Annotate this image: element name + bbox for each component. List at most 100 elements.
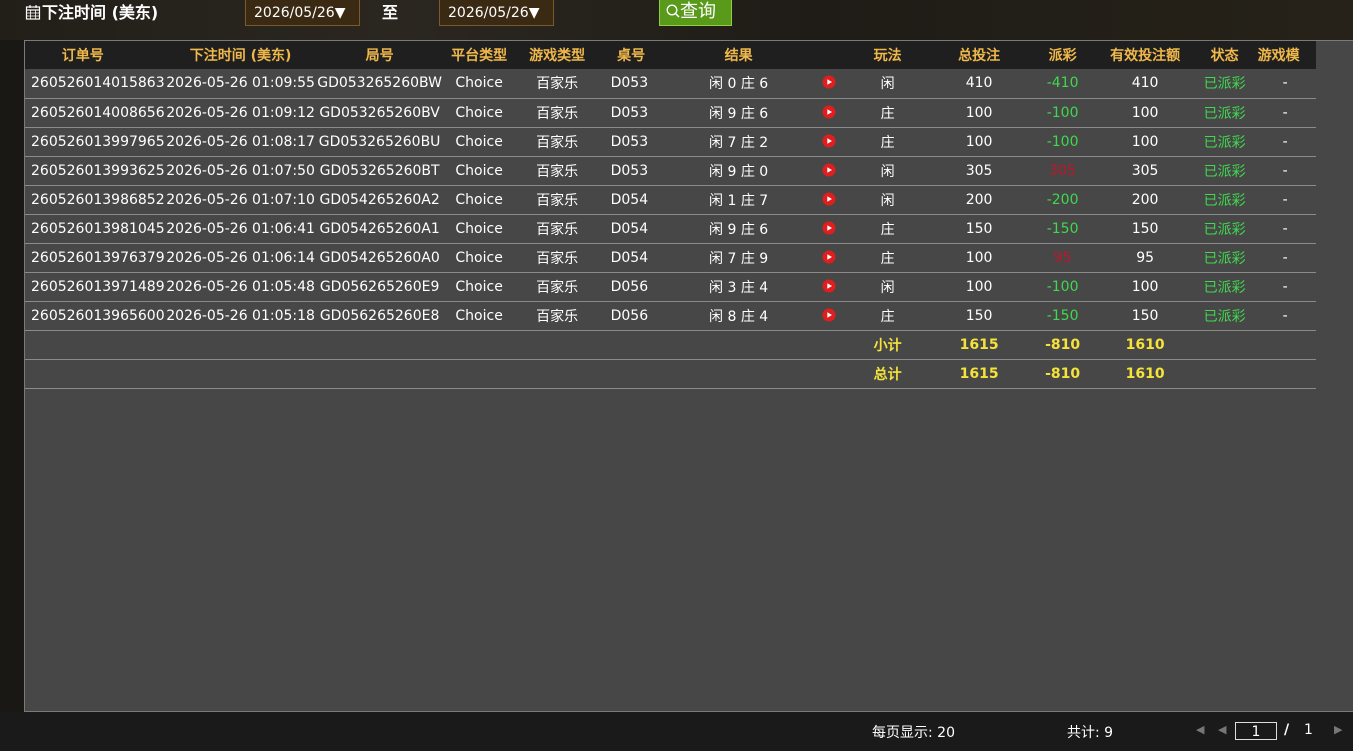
game-type: 百家乐 xyxy=(536,308,579,325)
prev-page-icon[interactable]: ◀ xyxy=(1218,723,1226,736)
game-type: 百家乐 xyxy=(536,250,579,267)
bet-time: 2026-05-26 01:06:41 xyxy=(166,220,315,237)
game-mode: - xyxy=(1282,133,1288,150)
play-video-icon[interactable] xyxy=(822,308,836,322)
bet-time: 2026-05-26 01:05:18 xyxy=(166,307,315,324)
bet-time: 2026-05-26 01:09:12 xyxy=(166,104,315,121)
video-cell xyxy=(814,156,844,185)
payout: -410 xyxy=(1046,75,1079,92)
status-badge: 已派彩 xyxy=(1203,308,1246,325)
bet-time: 2026-05-26 01:06:14 xyxy=(166,249,315,266)
col-result: 结果 xyxy=(724,48,753,64)
video-cell xyxy=(814,243,844,272)
total-bet: 1615 xyxy=(959,365,999,382)
round-id: GD053265260BV xyxy=(319,104,440,121)
order-id: 260526013971489 xyxy=(31,278,165,295)
game-type: 百家乐 xyxy=(536,221,579,238)
game-mode: - xyxy=(1282,249,1288,266)
col-play: 玩法 xyxy=(873,48,902,64)
pagination-bar: 每页显示: 20 共计: 9 ◀ ◀ 1 / 1 ▶ xyxy=(0,712,1353,751)
status-badge: 已派彩 xyxy=(1203,163,1246,180)
play-video-icon[interactable] xyxy=(822,279,836,293)
table-id: D054 xyxy=(610,191,649,208)
table-id: D054 xyxy=(610,249,649,266)
col-round: 局号 xyxy=(365,48,394,64)
result: 闲 7 庄 2 xyxy=(709,134,769,151)
play-type: 庄 xyxy=(880,105,895,122)
table-id: D054 xyxy=(610,220,649,237)
payout: -100 xyxy=(1046,104,1079,121)
result: 闲 9 庄 6 xyxy=(709,105,769,122)
play-video-icon[interactable] xyxy=(822,192,836,206)
play-video-icon[interactable] xyxy=(822,221,836,235)
total-bet: 100 xyxy=(965,278,993,295)
platform-type: Choice xyxy=(455,191,503,208)
total-bet: 200 xyxy=(965,191,993,208)
payout: -100 xyxy=(1046,133,1079,150)
table-header-row: 订单号 下注时间 (美东) 局号 平台类型 游戏类型 桌号 结果 玩法 总投注 … xyxy=(25,41,1316,69)
table-row: 260526014015863 2026-05-26 01:09:55 GD0532… xyxy=(25,69,1316,98)
table-row: 260526013986852 2026-05-26 01:07:10 GD0542… xyxy=(25,185,1316,214)
total-bet: 305 xyxy=(965,162,993,179)
subtotal-row: 小计 1615 -810 1610 xyxy=(25,330,1316,359)
game-mode: - xyxy=(1282,191,1288,208)
bet-records-table: 订单号 下注时间 (美东) 局号 平台类型 游戏类型 桌号 结果 玩法 总投注 … xyxy=(25,41,1316,389)
play-type: 闲 xyxy=(880,279,895,296)
table-id: D053 xyxy=(610,75,649,92)
game-mode: - xyxy=(1282,220,1288,237)
page-number-input[interactable]: 1 xyxy=(1235,722,1277,740)
total-bet: 150 xyxy=(965,307,993,324)
subtotal-label: 小计 xyxy=(873,337,902,354)
game-mode: - xyxy=(1282,307,1288,324)
total-bet: 100 xyxy=(965,133,993,150)
round-id: GD054265260A0 xyxy=(319,249,440,266)
col-mode: 游戏模 xyxy=(1257,48,1300,64)
result: 闲 3 庄 4 xyxy=(709,279,769,296)
per-page-label: 每页显示: 20 xyxy=(872,725,955,741)
play-video-icon[interactable] xyxy=(822,163,836,177)
col-bet: 总投注 xyxy=(958,48,1001,64)
to-label: 至 xyxy=(382,3,399,22)
game-mode: - xyxy=(1282,104,1288,121)
next-page-icon[interactable]: ▶ xyxy=(1334,723,1342,736)
table-row: 260526013997965 2026-05-26 01:08:17 GD0532… xyxy=(25,127,1316,156)
table-row: 260526014008656 2026-05-26 01:09:12 GD0532… xyxy=(25,98,1316,127)
status-badge: 已派彩 xyxy=(1203,76,1246,93)
play-type: 闲 xyxy=(880,76,895,93)
total-bet: 100 xyxy=(965,249,993,266)
payout: 305 xyxy=(1049,162,1076,179)
result: 闲 8 庄 4 xyxy=(709,308,769,325)
platform-type: Choice xyxy=(455,133,503,150)
page-total: 1 xyxy=(1304,722,1313,738)
total-bet: 410 xyxy=(965,75,993,92)
play-video-icon[interactable] xyxy=(822,250,836,264)
order-id: 260526014008656 xyxy=(31,104,165,121)
platform-type: Choice xyxy=(455,220,503,237)
date-from-select[interactable]: 2026/05/26▼ xyxy=(245,0,360,26)
play-type: 庄 xyxy=(880,308,895,325)
valid-bet: 200 xyxy=(1131,191,1159,208)
table-id: D056 xyxy=(610,307,649,324)
result: 闲 7 庄 9 xyxy=(709,250,769,267)
order-id: 260526014015863 xyxy=(31,75,165,92)
game-type: 百家乐 xyxy=(536,134,579,151)
status-badge: 已派彩 xyxy=(1203,105,1246,122)
valid-bet: 100 xyxy=(1131,104,1159,121)
video-cell xyxy=(814,127,844,156)
col-status: 状态 xyxy=(1210,48,1239,64)
valid-bet: 410 xyxy=(1131,75,1159,92)
filter-bar: 下注时间 (美东) 2026/05/26▼ 至 2026/05/26▼ 查询 xyxy=(0,0,1353,40)
video-cell xyxy=(814,69,844,98)
video-cell xyxy=(814,185,844,214)
play-type: 庄 xyxy=(880,221,895,238)
play-video-icon[interactable] xyxy=(822,134,836,148)
order-id: 260526013997965 xyxy=(31,133,165,150)
query-button[interactable]: 查询 xyxy=(659,0,732,26)
date-to-select[interactable]: 2026/05/26▼ xyxy=(439,0,554,26)
order-id: 260526013976379 xyxy=(31,249,165,266)
first-page-icon[interactable]: ◀ xyxy=(1196,723,1204,736)
play-type: 庄 xyxy=(880,250,895,267)
play-video-icon[interactable] xyxy=(822,105,836,119)
platform-type: Choice xyxy=(455,278,503,295)
play-video-icon[interactable] xyxy=(822,75,836,89)
